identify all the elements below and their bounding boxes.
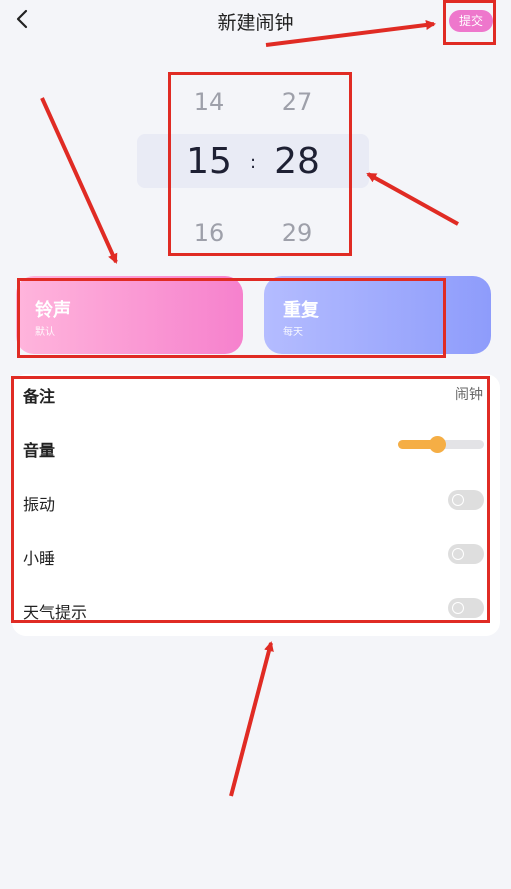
volume-label: 音量 xyxy=(23,441,56,460)
weather-label: 天气提示 xyxy=(23,603,88,622)
hour-selected[interactable]: 15 xyxy=(176,141,242,182)
arrow-to-cards xyxy=(40,97,118,264)
note-label: 备注 xyxy=(23,387,56,406)
toggle-knob xyxy=(452,602,464,614)
weather-toggle[interactable] xyxy=(448,598,484,618)
hour-prev[interactable]: 14 xyxy=(183,88,235,116)
note-value[interactable]: 闹钟 xyxy=(455,384,483,404)
minute-next[interactable]: 29 xyxy=(271,219,323,247)
volume-slider[interactable] xyxy=(398,436,484,453)
repeat-title: 重复 xyxy=(283,300,319,321)
hour-next[interactable]: 16 xyxy=(183,219,235,247)
settings-panel xyxy=(12,374,500,636)
arrow-to-picker xyxy=(366,172,459,226)
ringtone-title: 铃声 xyxy=(35,300,71,321)
time-separator: : xyxy=(249,152,257,173)
minute-selected[interactable]: 28 xyxy=(264,141,330,182)
minute-prev[interactable]: 27 xyxy=(271,88,323,116)
snooze-toggle[interactable] xyxy=(448,544,484,564)
toggle-knob xyxy=(452,548,464,560)
submit-button[interactable]: 提交 xyxy=(449,10,493,32)
toggle-knob xyxy=(452,494,464,506)
page-title: 新建闹钟 xyxy=(217,12,294,34)
ringtone-subtitle: 默认 xyxy=(35,327,55,338)
arrow-to-settings xyxy=(229,641,274,797)
vibrate-toggle[interactable] xyxy=(448,490,484,510)
vibrate-label: 振动 xyxy=(23,495,56,514)
volume-slider-thumb[interactable] xyxy=(429,436,446,453)
ringtone-card[interactable]: 铃声 默认 xyxy=(16,276,243,354)
snooze-label: 小睡 xyxy=(23,549,56,568)
repeat-subtitle: 每天 xyxy=(283,327,303,338)
repeat-card[interactable]: 重复 每天 xyxy=(264,276,491,354)
